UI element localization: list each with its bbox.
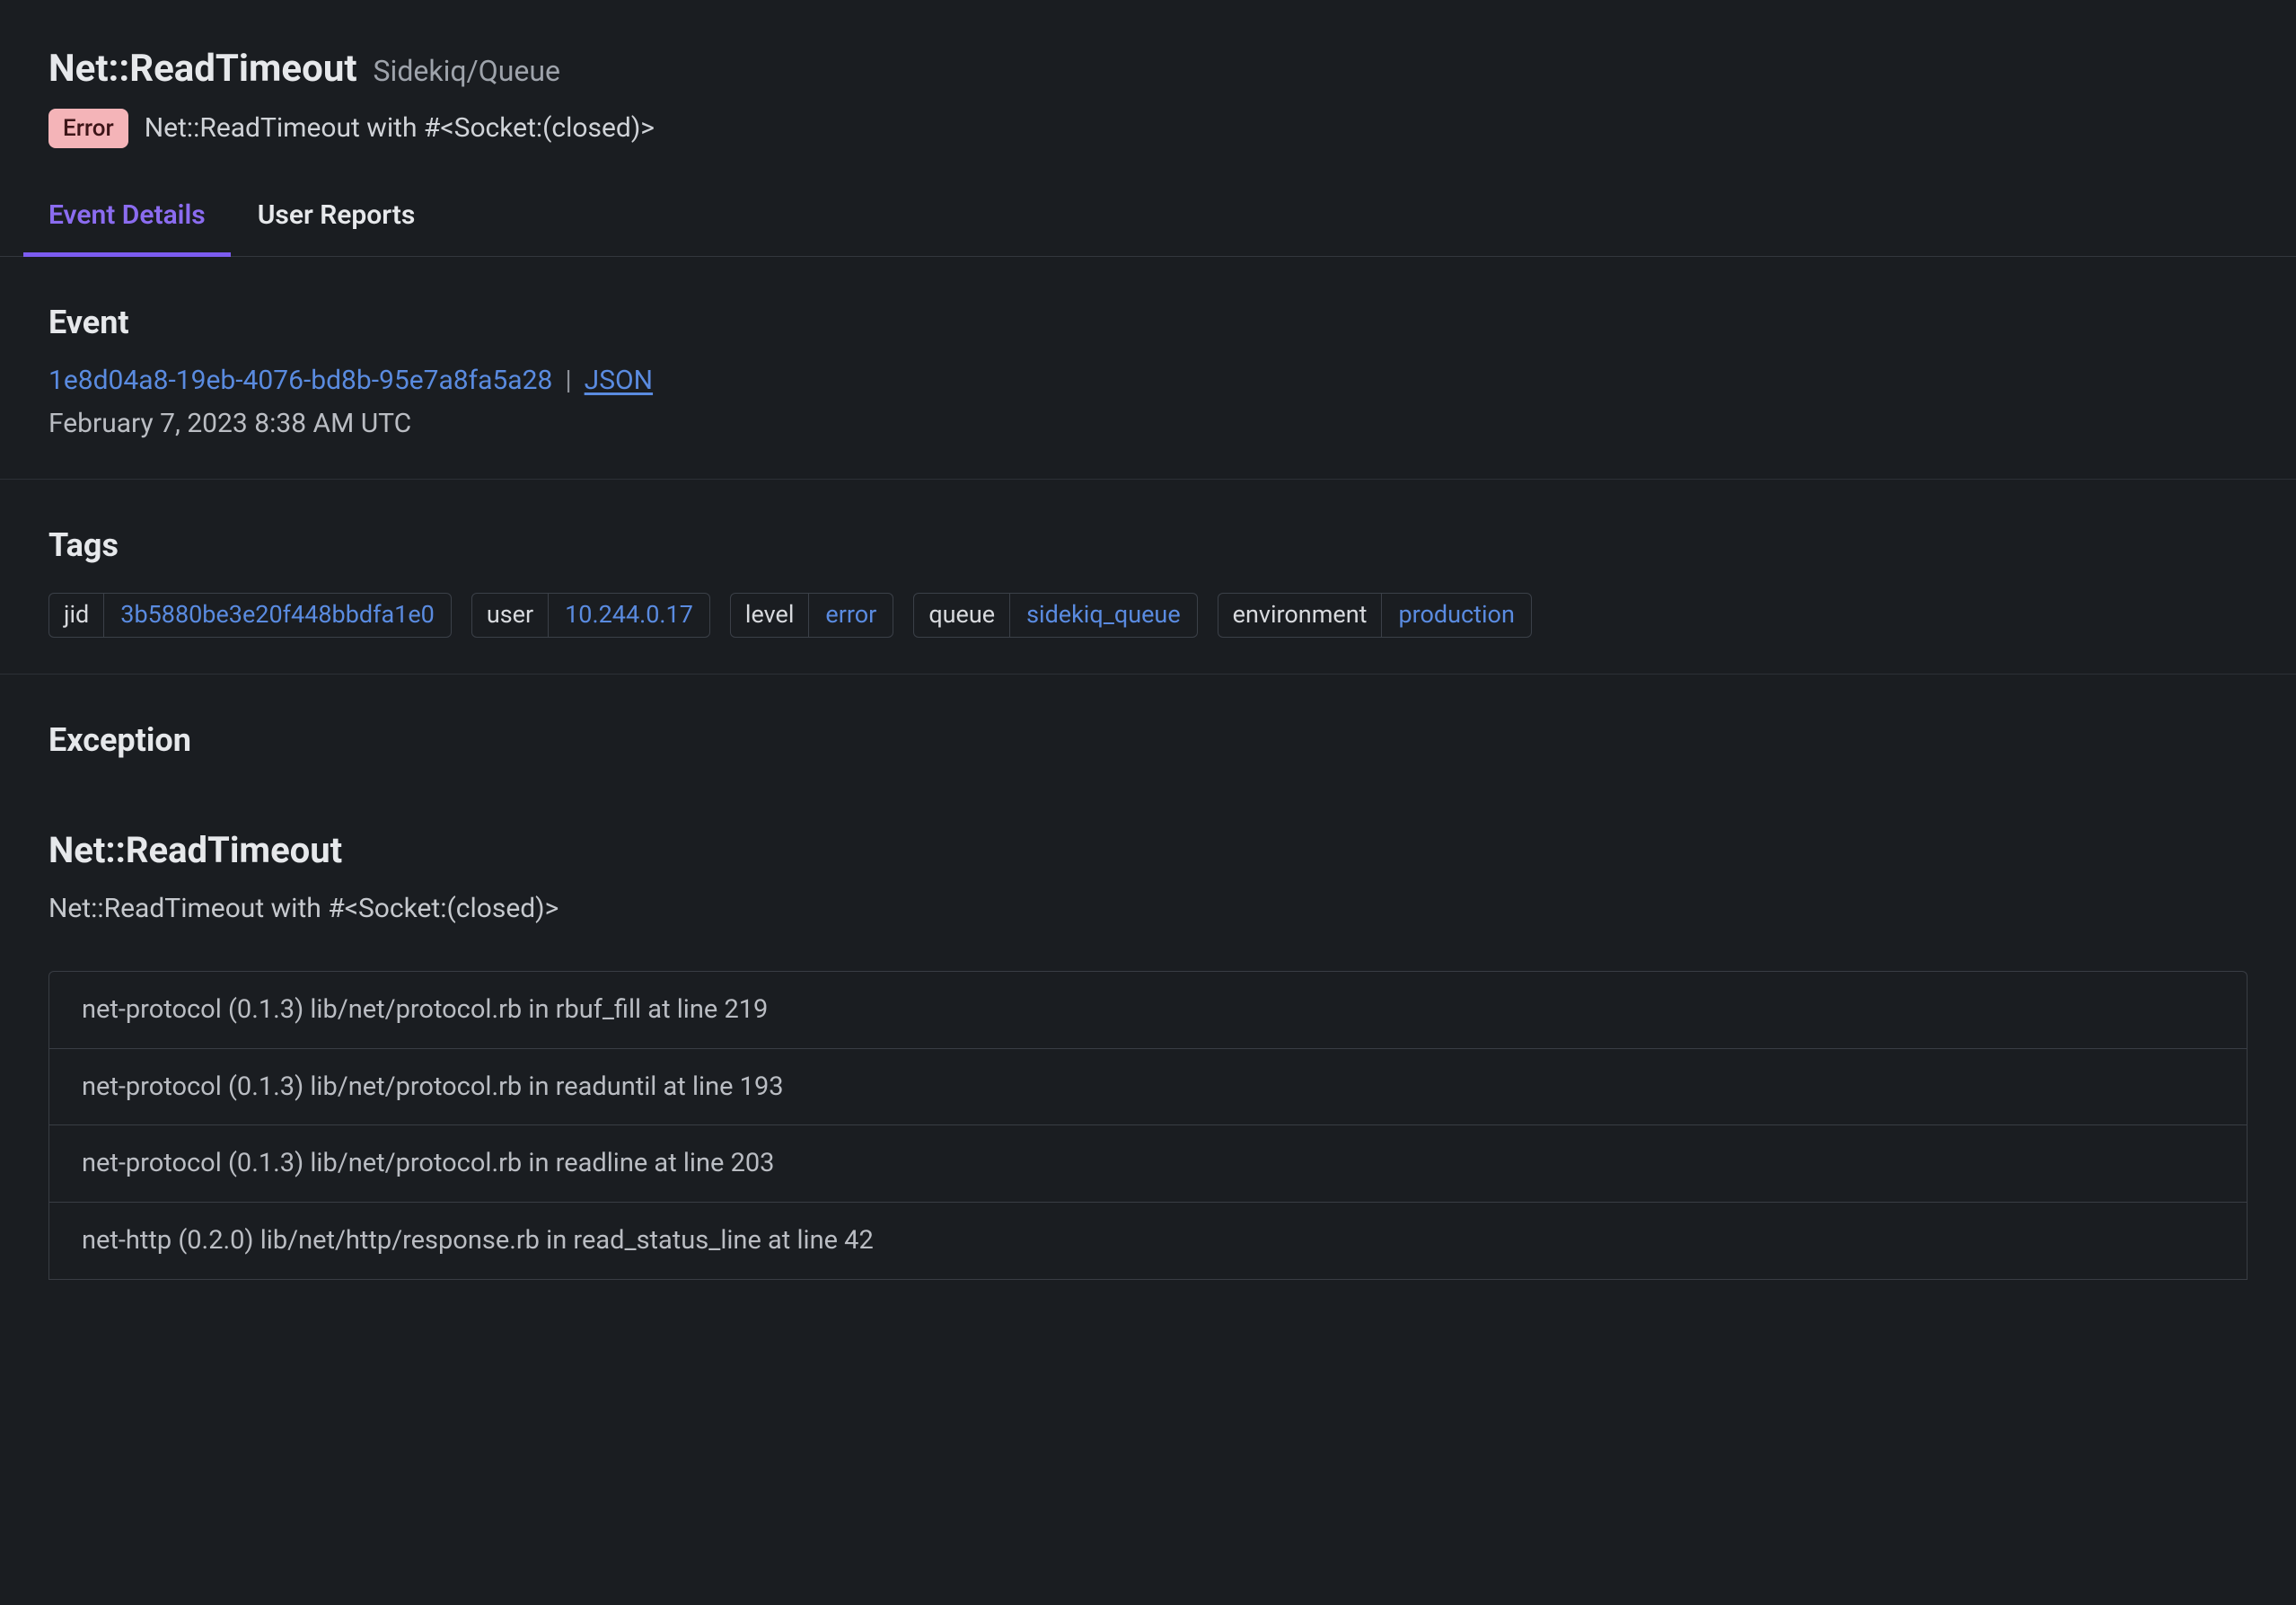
tab-bar: Event Details User Reports: [0, 188, 2296, 257]
issue-context: Sidekiq/Queue: [374, 51, 560, 92]
tag-key: jid: [49, 594, 104, 637]
exception-heading: Exception: [48, 718, 2248, 763]
issue-title: Net::ReadTimeout: [48, 43, 357, 96]
tab-user-reports[interactable]: User Reports: [258, 188, 416, 256]
tag-key: user: [472, 594, 549, 637]
exception-type: Net::ReadTimeout: [48, 825, 2248, 876]
tag-key: level: [731, 594, 810, 637]
event-id-link[interactable]: 1e8d04a8-19eb-4076-bd8b-95e7a8fa5a28: [48, 362, 552, 400]
tag-queue[interactable]: queuesidekiq_queue: [913, 593, 1197, 638]
tag-environment[interactable]: environmentproduction: [1218, 593, 1532, 638]
stack-frame[interactable]: net-http (0.2.0) lib/net/http/response.r…: [49, 1203, 2247, 1280]
tag-jid[interactable]: jid3b5880be3e20f448bbdfa1e0: [48, 593, 452, 638]
tag-key: environment: [1218, 594, 1383, 637]
event-timestamp: February 7, 2023 8:38 AM UTC: [48, 405, 2248, 443]
event-section: Event 1e8d04a8-19eb-4076-bd8b-95e7a8fa5a…: [48, 257, 2248, 442]
stacktrace: net-protocol (0.1.3) lib/net/protocol.rb…: [48, 971, 2248, 1279]
tag-key: queue: [914, 594, 1010, 637]
tag-user[interactable]: user10.244.0.17: [471, 593, 710, 638]
stack-frame[interactable]: net-protocol (0.1.3) lib/net/protocol.rb…: [49, 1125, 2247, 1203]
tab-event-details[interactable]: Event Details: [48, 188, 206, 256]
separator: |: [565, 362, 571, 400]
exception-message: Net::ReadTimeout with #<Socket:(closed)>: [48, 890, 2248, 928]
tags-heading: Tags: [48, 523, 2248, 568]
stack-frame[interactable]: net-protocol (0.1.3) lib/net/protocol.rb…: [49, 1049, 2247, 1126]
stack-frame[interactable]: net-protocol (0.1.3) lib/net/protocol.rb…: [49, 972, 2247, 1049]
status-badge: Error: [48, 109, 128, 148]
tag-value[interactable]: error: [809, 594, 893, 637]
tag-value[interactable]: sidekiq_queue: [1010, 594, 1197, 637]
issue-message: Net::ReadTimeout with #<Socket:(closed)>: [145, 110, 655, 147]
tag-value[interactable]: 10.244.0.17: [549, 594, 709, 637]
tag-value[interactable]: 3b5880be3e20f448bbdfa1e0: [104, 594, 451, 637]
tags-section: Tags jid3b5880be3e20f448bbdfa1e0 user10.2…: [48, 480, 2248, 638]
exception-section: Exception Net::ReadTimeout Net::ReadTime…: [48, 675, 2248, 1280]
json-link[interactable]: JSON: [585, 362, 653, 400]
tag-value[interactable]: production: [1382, 594, 1530, 637]
event-heading: Event: [48, 300, 2248, 345]
tag-level[interactable]: levelerror: [730, 593, 893, 638]
